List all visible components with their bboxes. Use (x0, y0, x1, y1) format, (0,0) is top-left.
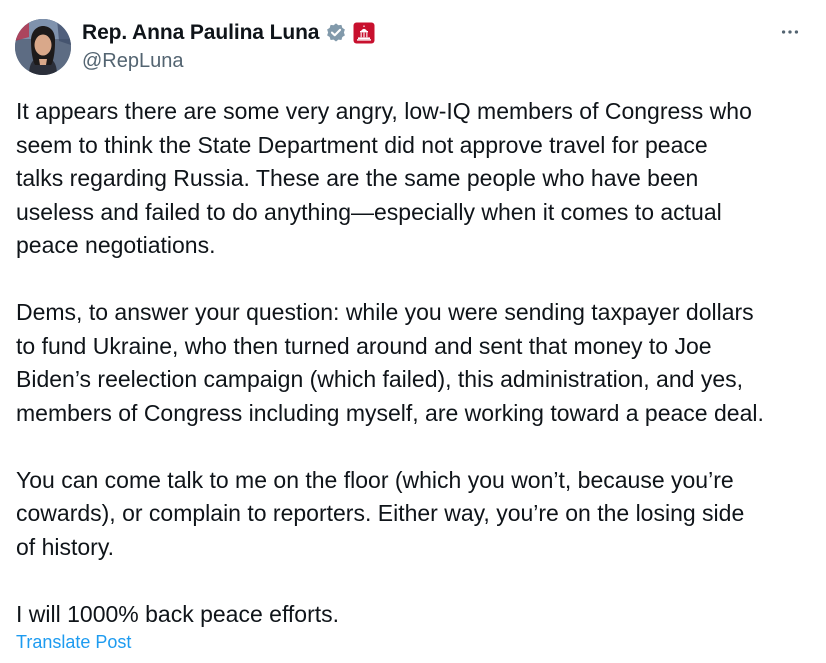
verified-badge-icon[interactable] (325, 22, 347, 44)
translate-post-link[interactable]: Translate Post (16, 632, 131, 653)
post-card: Rep. Anna Paulina Luna @RepLuna It appea… (0, 0, 826, 663)
more-options-button[interactable] (776, 18, 804, 46)
post-text: It appears there are some very angry, lo… (16, 95, 816, 631)
post-paragraph: It appears there are some very angry, lo… (16, 98, 752, 258)
more-options-icon (781, 30, 799, 34)
post-paragraph: Dems, to answer your question: while you… (16, 299, 764, 426)
us-capitol-badge-icon[interactable] (353, 22, 375, 44)
author-name-row: Rep. Anna Paulina Luna (82, 18, 375, 48)
post-paragraph: I will 1000% back peace efforts. (16, 600, 340, 627)
post-paragraph: You can come talk to me on the floor (wh… (16, 466, 745, 560)
author-handle[interactable]: @RepLuna (82, 50, 183, 73)
user-avatar-photo (15, 19, 71, 75)
author-avatar[interactable] (15, 19, 71, 75)
author-display-name[interactable]: Rep. Anna Paulina Luna (82, 21, 319, 45)
